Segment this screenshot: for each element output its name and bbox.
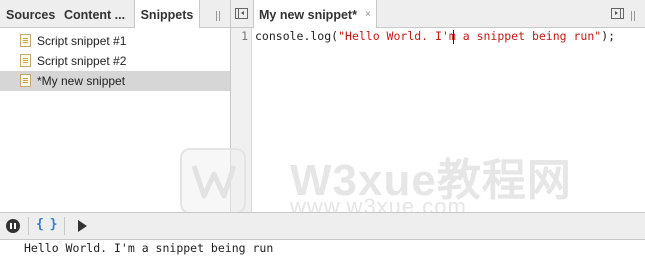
list-item-snippet-2[interactable]: Script snippet #2 — [0, 51, 230, 71]
pause-on-exceptions-button[interactable] — [6, 219, 20, 233]
navigator-panel: Sources Content ... Snippets Script snip… — [0, 0, 231, 212]
code-suffix: ); — [601, 29, 616, 43]
snippet-label: Script snippet #2 — [37, 54, 127, 68]
code-string: "Hello World. I'm a snippet being run" — [338, 29, 602, 43]
toggle-debugger-icon[interactable] — [611, 8, 624, 19]
editor-panel: My new snippet* × 1 console.log("Hello W… — [231, 0, 645, 212]
tab-content-scripts[interactable]: Content ... — [64, 0, 125, 27]
list-item-snippet-3[interactable]: *My new snippet — [0, 71, 230, 91]
tab-snippets[interactable]: Snippets — [134, 0, 200, 28]
toolbar-divider — [28, 217, 29, 235]
debugger-toolbar: { } — [0, 212, 645, 240]
snippet-label: Script snippet #1 — [37, 34, 127, 48]
line-number[interactable]: 1 — [231, 28, 248, 45]
code-line[interactable]: console.log("Hello World. I'm a snippet … — [255, 28, 615, 45]
toolbar-divider — [64, 217, 65, 235]
console-output: Hello World. I'm a snippet being run — [24, 241, 274, 255]
run-snippet-button[interactable] — [78, 220, 87, 232]
editor-tabbar: My new snippet* × — [231, 0, 645, 28]
line-gutter: 1 — [231, 28, 252, 212]
tab-sources[interactable]: Sources — [6, 0, 55, 27]
drag-handle-icon[interactable] — [631, 10, 638, 21]
snippet-list: Script snippet #1 Script snippet #2 *My … — [0, 31, 230, 91]
pretty-print-button[interactable]: { } — [36, 217, 58, 232]
text-cursor — [453, 30, 454, 44]
toggle-navigator-icon[interactable] — [235, 8, 248, 19]
list-item-snippet-1[interactable]: Script snippet #1 — [0, 31, 230, 51]
file-icon — [20, 74, 31, 87]
code-call: console.log( — [255, 29, 339, 43]
file-icon — [20, 54, 31, 67]
editor-tab-label: My new snippet* — [259, 8, 357, 22]
drag-handle-icon[interactable] — [216, 10, 223, 21]
tab-my-new-snippet[interactable]: My new snippet* × — [253, 0, 377, 28]
file-icon — [20, 34, 31, 47]
snippet-label: *My new snippet — [37, 74, 126, 88]
navigator-tabbar: Sources Content ... Snippets — [0, 0, 230, 28]
close-icon[interactable]: × — [365, 0, 371, 30]
